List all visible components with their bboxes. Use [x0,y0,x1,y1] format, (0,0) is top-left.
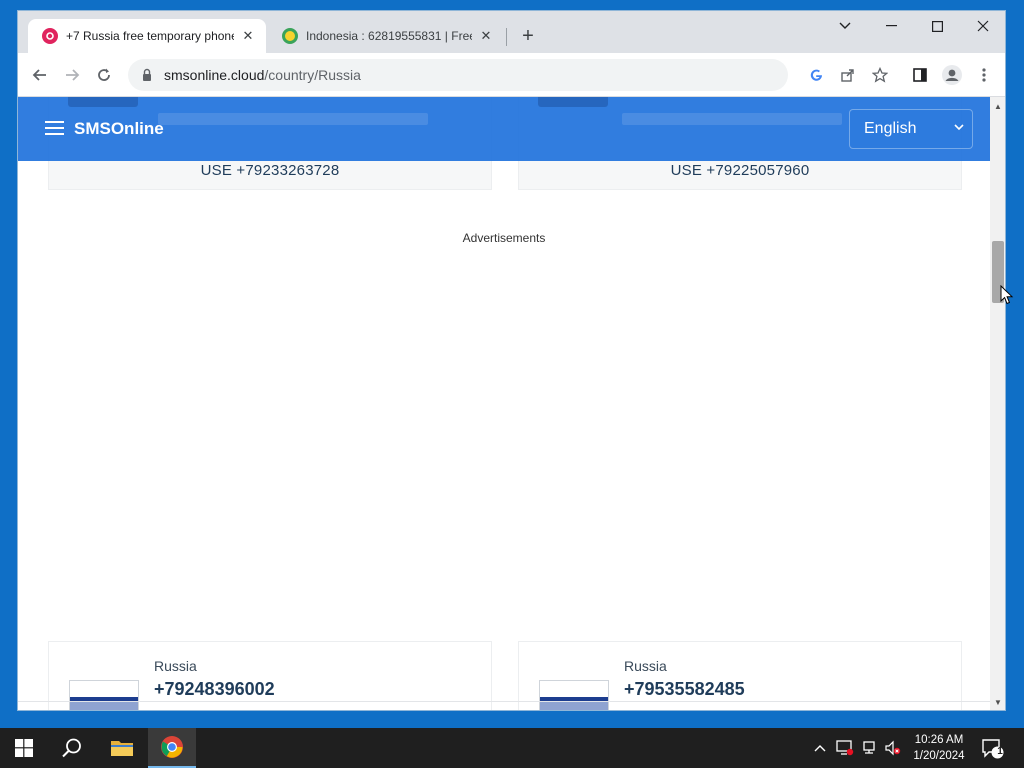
close-icon[interactable]: ✕ [478,28,494,44]
url-path: /country/Russia [264,67,361,83]
close-icon[interactable]: ✕ [240,28,256,44]
menu-button[interactable] [972,63,996,87]
scroll-up-icon[interactable]: ▲ [990,99,1005,113]
phone-number[interactable]: +79248396002 [154,679,275,700]
chrome-taskbar-button[interactable] [148,728,196,768]
volume-muted-icon [885,740,901,756]
chevron-down-icon [954,122,964,134]
minimize-icon [885,25,897,27]
google-icon [810,69,822,81]
country-label: Russia [154,658,197,674]
address-bar[interactable]: smsonline.cloud/country/Russia [128,59,788,91]
network-button[interactable] [862,728,880,768]
forward-button[interactable] [60,63,84,87]
search-button[interactable] [48,728,96,768]
lock-icon [143,68,151,81]
vertical-scrollbar[interactable]: ▲ ▼ [990,97,1005,710]
minimize-button[interactable] [868,11,914,41]
kebab-menu-icon [982,68,986,82]
page-viewport: USE +79233263728 USE +79225057960 SMSOnl… [18,97,990,710]
russia-flag-icon [539,680,609,710]
share-icon [841,69,854,82]
notification-count: 1 [997,746,1003,757]
site-header: SMSOnline English [18,97,990,161]
google-lens-button[interactable] [804,63,828,87]
star-icon [872,67,888,83]
language-select[interactable]: English [849,109,973,149]
clock-date: 1/20/2024 [913,750,965,762]
site-favicon-icon [282,28,298,44]
show-hidden-icons-button[interactable] [814,728,826,768]
side-panel-icon [913,68,927,82]
site-logo[interactable]: SMSOnline [74,119,164,139]
advertisements-label: Advertisements [462,231,546,245]
scroll-down-icon[interactable]: ▼ [990,695,1005,709]
bookmark-button[interactable] [868,63,892,87]
chevron-down-icon [839,22,851,29]
tab-title: +7 Russia free temporary phone [66,29,234,43]
maximize-icon [931,20,943,32]
tab-strip: +7 Russia free temporary phone ✕ Indones… [18,11,1005,53]
tab-search-button[interactable] [822,11,868,41]
back-button[interactable] [28,63,52,87]
reload-icon [98,68,110,81]
start-button[interactable] [0,728,48,768]
divider [18,701,990,702]
header-underlay [538,97,608,107]
browser-toolbar: smsonline.cloud/country/Russia [18,53,1005,97]
taskbar: 10:26 AM 1/20/2024 1 [0,728,1024,768]
chrome-icon [161,736,183,758]
header-underlay [158,113,428,125]
url-host: smsonline.cloud [164,67,265,83]
mouse-cursor-icon [1000,285,1014,305]
reload-button[interactable] [92,63,116,87]
profile-button[interactable] [940,63,964,87]
volume-button[interactable] [884,728,902,768]
header-underlay [622,113,842,125]
monitor-warning-icon [836,740,854,756]
country-label: Russia [624,658,667,674]
avatar-icon [942,65,962,85]
use-number-button[interactable]: USE +79225057960 [519,162,961,179]
use-number-button[interactable]: USE +79233263728 [49,162,491,179]
header-underlay [68,97,138,107]
side-panel-button[interactable] [908,63,932,87]
windows-logo-icon [15,739,33,757]
russia-flag-icon [69,680,139,710]
file-explorer-button[interactable] [98,728,146,768]
clock-time: 10:26 AM [914,734,964,746]
system-clock[interactable]: 10:26 AM 1/20/2024 [906,732,972,764]
close-window-button[interactable] [960,11,1005,41]
notification-center-button[interactable]: 1 [980,736,1004,760]
arrow-right-icon [66,69,80,81]
arrow-left-icon [32,69,46,81]
tab-divider [506,28,507,46]
tab-indonesia[interactable]: Indonesia : 62819555831 | Free ✕ [268,19,504,53]
tab-title: Indonesia : 62819555831 | Free [306,29,472,43]
close-icon [977,20,989,32]
tab-russia[interactable]: +7 Russia free temporary phone ✕ [28,19,266,53]
network-icon [863,741,875,754]
search-icon [62,738,81,758]
phone-number[interactable]: +79535582485 [624,679,745,700]
chevron-up-icon [814,745,826,752]
browser-window: +7 Russia free temporary phone ✕ Indones… [17,10,1006,711]
smsonline-favicon-icon [42,28,58,44]
tray-app-icon[interactable] [836,728,854,768]
share-button[interactable] [836,63,860,87]
new-tab-button[interactable]: + [516,24,540,48]
hamburger-menu-icon[interactable] [45,121,64,137]
maximize-button[interactable] [914,11,960,41]
language-value: English [864,120,917,137]
folder-icon [111,741,133,756]
